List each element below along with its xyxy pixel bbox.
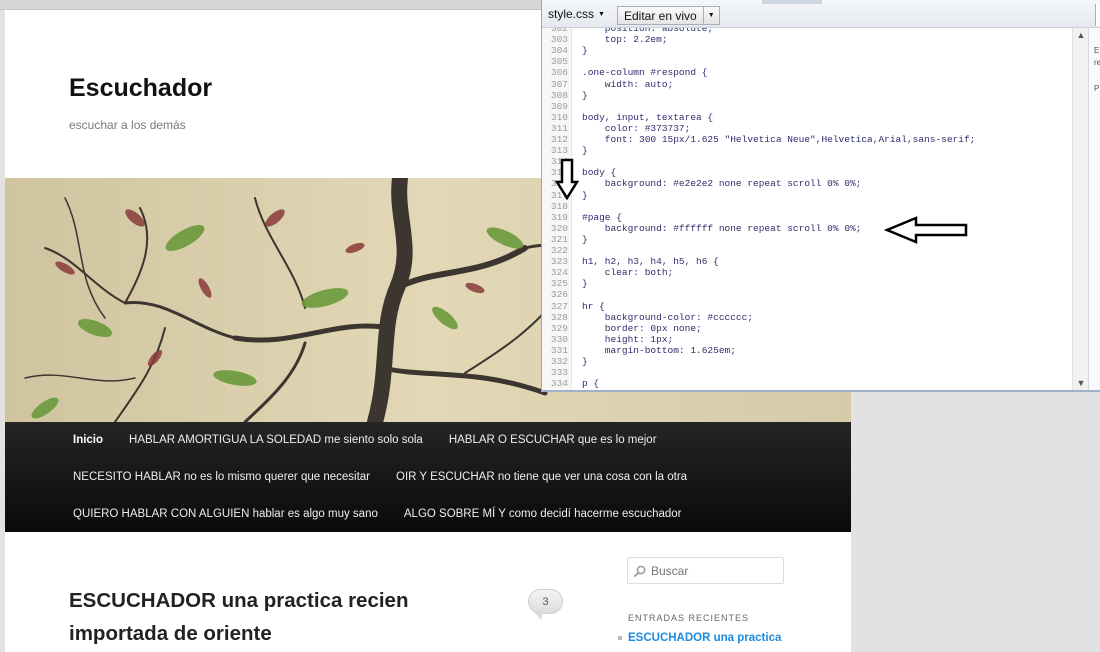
line-number: 330 [550,333,568,345]
code-line[interactable]: position: absolute; [582,28,713,34]
nav-item-quiero-hablar[interactable]: QUIERO HABLAR CON ALGUIEN hablar es algo… [73,508,378,520]
code-line[interactable]: background: #e2e2e2 none repeat scroll 0… [582,178,862,189]
line-number: 329 [550,322,568,334]
line-number: 313 [550,145,568,157]
code-line[interactable]: body, input, textarea { [582,112,713,123]
line-number: 322 [550,245,568,256]
devtools-side-pane: E re P [1088,28,1100,390]
code-line[interactable]: } [582,234,588,245]
comment-count: 3 [542,595,549,608]
line-number: 333 [550,367,568,379]
line-number: 324 [550,267,568,279]
nav-item-hablar-o-escuchar[interactable]: HABLAR O ESCUCHAR que es lo mejor [449,434,657,446]
line-number-gutter: 302 303 304 305 306 307 308 309 310 311 312 313 314 3… [542,28,572,390]
search-icon [634,565,646,577]
line-number: 319 [550,211,568,223]
code-line[interactable]: border: 0px none; [582,323,702,334]
line-number: 312 [550,134,568,145]
editor-scrollbar[interactable]: ▲ ▼ [1072,28,1088,390]
nav-item-hablar-amortigua[interactable]: HABLAR AMORTIGUA LA SOLEDAD me siento so… [129,434,423,446]
line-number: 320 [550,222,568,234]
code-line[interactable]: clear: both; [582,267,673,278]
line-number: 326 [550,289,568,301]
nav-item-necesito-hablar[interactable]: NECESITO HABLAR no es lo mismo querer qu… [73,471,370,483]
chevron-down-icon[interactable]: ▼ [704,12,719,19]
scroll-up-icon[interactable]: ▲ [1073,30,1089,40]
code-line[interactable]: } [582,145,588,156]
code-line[interactable]: background-color: #cccccc; [582,312,753,323]
recent-posts-heading: ENTRADAS RECIENTES [628,613,750,623]
line-number: 310 [550,111,568,123]
line-number: 321 [550,233,568,245]
code-line[interactable]: width: auto; [582,79,673,90]
stylesheet-select[interactable]: style.css ▼ [548,7,605,21]
code-line[interactable]: hr { [582,301,605,312]
recent-post-link[interactable]: ESCUCHADOR una practica [618,630,788,646]
line-number: 309 [550,100,568,112]
nav-row-3: QUIERO HABLAR CON ALGUIEN hablar es algo… [73,496,682,532]
code-line[interactable]: } [582,278,588,289]
code-line[interactable]: color: #373737; [582,123,691,134]
main-navigation: Inicio HABLAR AMORTIGUA LA SOLEDAD me si… [5,422,851,532]
line-number: 323 [550,256,568,268]
line-number: 304 [550,45,568,57]
code-line[interactable]: .one-column #respond { [582,67,707,78]
line-number: 325 [550,278,568,290]
code-line[interactable]: #page { [582,212,622,223]
side-pane-text: re [1094,58,1100,67]
code-line[interactable]: margin-bottom: 1.625em; [582,345,736,356]
code-line[interactable]: } [582,190,588,201]
devtools-panel: style.css ▼ Editar en vivo ▼ 302 303 304 305… [541,0,1100,392]
post-title[interactable]: ESCUCHADOR una practica recien importada… [69,584,489,650]
line-number: 311 [550,122,568,134]
left-arrow-annotation-icon [884,216,968,244]
code-line[interactable]: body { [582,167,616,178]
code-line[interactable]: top: 2.2em; [582,34,668,45]
code-line[interactable]: background: #ffffff none repeat scroll 0… [582,223,862,234]
line-number: 308 [550,89,568,101]
devtools-tab-strip [762,0,822,4]
line-number: 302 [550,28,568,34]
search-box [627,557,784,584]
code-line[interactable]: } [582,45,588,56]
chevron-down-icon: ▼ [598,11,605,18]
site-description: escuchar a los demás [69,118,186,132]
live-edit-button[interactable]: Editar en vivo ▼ [617,6,720,25]
search-input[interactable] [651,563,776,578]
nav-row-1: Inicio HABLAR AMORTIGUA LA SOLEDAD me si… [73,422,657,458]
devtools-secondary-button[interactable] [1095,4,1100,26]
devtools-toolbar: style.css ▼ Editar en vivo ▼ [542,0,1100,28]
code-line[interactable]: } [582,356,588,367]
comment-count-bubble[interactable]: 3 [528,589,563,620]
css-code-editor[interactable]: 302 303 304 305 306 307 308 309 310 311 312 313 314 3… [542,28,1072,390]
nav-item-inicio[interactable]: Inicio [73,434,103,446]
side-pane-text: P [1094,84,1100,93]
line-number: 318 [550,200,568,212]
line-number: 331 [550,344,568,356]
stylesheet-name: style.css [548,7,595,21]
side-pane-text: E [1094,46,1100,55]
nav-row-2: NECESITO HABLAR no es lo mismo querer qu… [73,459,687,495]
recent-posts-list: ESCUCHADOR una practica [618,630,788,646]
code-line[interactable]: font: 300 15px/1.625 "Helvetica Neue",He… [582,134,976,145]
code-line[interactable]: height: 1px; [582,334,673,345]
line-number: 305 [550,56,568,68]
nav-item-oir-y-escuchar[interactable]: OIR Y ESCUCHAR no tiene que ver una cosa… [396,471,687,483]
down-arrow-annotation-icon [555,158,579,200]
line-number: 328 [550,311,568,323]
code-line[interactable]: } [582,90,588,101]
code-line[interactable]: h1, h2, h3, h4, h5, h6 { [582,256,719,267]
live-edit-label: Editar en vivo [618,7,704,24]
line-number: 303 [550,34,568,46]
site-title[interactable]: Escuchador [69,74,212,103]
line-number: 306 [550,67,568,79]
line-number: 334 [550,378,568,390]
line-number: 307 [550,78,568,90]
nav-item-algo-sobre-mi[interactable]: ALGO SOBRE MÍ Y como decidí hacerme escu… [404,508,682,520]
line-number: 332 [550,356,568,367]
code-line[interactable]: p { [582,378,599,389]
scroll-down-icon[interactable]: ▼ [1073,378,1089,388]
line-number: 327 [550,300,568,312]
